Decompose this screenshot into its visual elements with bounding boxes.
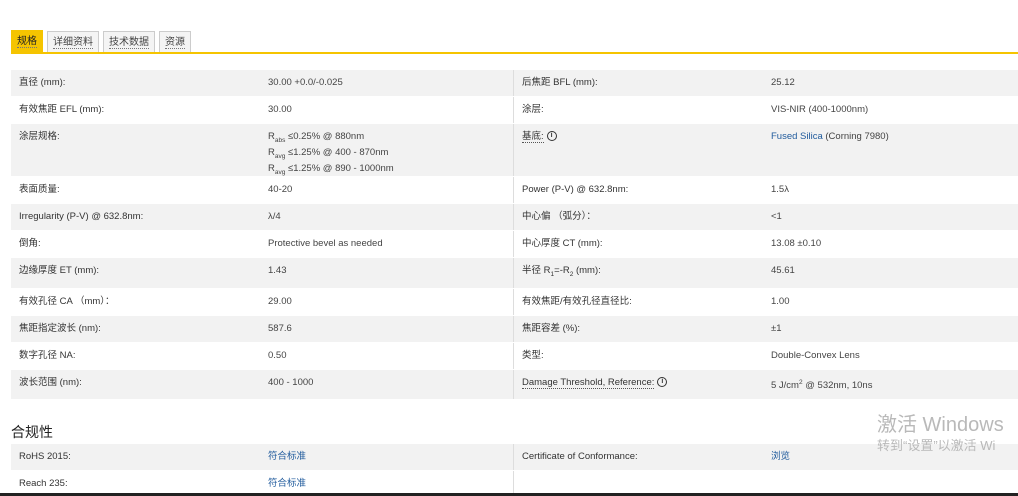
- spec-label: 后焦距 BFL (mm):: [522, 77, 598, 88]
- tab-details[interactable]: 详细资料: [47, 31, 99, 53]
- coating-spec-line: Rabs ≤0.25% @ 880nm: [268, 131, 365, 144]
- rohs-compliant-link[interactable]: 符合标准: [268, 451, 306, 462]
- tab-technical-data[interactable]: 技术数据: [103, 31, 155, 53]
- spec-label: Irregularity (P-V) @ 632.8nm:: [19, 211, 144, 222]
- tab-label: 资源: [165, 37, 185, 49]
- spec-value: 1.5λ: [771, 184, 789, 195]
- table-row: 波长范围 (nm): 400 - 1000 Damage Threshold, …: [11, 369, 1018, 401]
- spec-value: 13.08 ±0.10: [771, 238, 822, 249]
- substrate-detail: (Corning 7980): [822, 131, 889, 142]
- table-row: 有效焦距 EFL (mm): 30.00 涂层: VIS-NIR (400-10…: [11, 97, 1018, 124]
- spec-label: 直径 (mm):: [19, 77, 66, 88]
- spec-label: 有效焦距/有效孔径直径比:: [522, 295, 632, 307]
- spec-label: 基底: i: [514, 124, 763, 176]
- tab-label: 详细资料: [53, 37, 93, 49]
- damage-threshold-label: Damage Threshold, Reference:: [522, 376, 655, 389]
- coc-view-link[interactable]: 浏览: [771, 451, 790, 462]
- watermark-line: 激活 Windows: [877, 414, 1004, 436]
- spec-value: 29.00: [260, 288, 514, 315]
- table-row: Irregularity (P-V) @ 632.8nm: λ/4 中心偏 （弧…: [11, 204, 1018, 231]
- info-icon[interactable]: i: [546, 131, 557, 142]
- spec-value: 45.61: [771, 265, 795, 276]
- spec-label: 半径 R1=-R2 (mm):: [522, 265, 601, 278]
- table-row: 直径 (mm): 30.00 +0.0/-0.025 后焦距 BFL (mm):…: [11, 70, 1018, 97]
- substrate-link[interactable]: Fused Silica: [771, 131, 823, 142]
- spec-value: 0.50: [260, 342, 514, 369]
- table-row: 焦距指定波长 (nm): 587.6 焦距容差 (%): ±1: [11, 315, 1018, 343]
- compliance-heading: 合规性: [11, 424, 53, 440]
- spec-label: Damage Threshold, Reference: i: [514, 370, 763, 399]
- coating-spec-line: Ravg ≤1.25% @ 400 - 870nm: [268, 146, 389, 160]
- substrate-label: 基底:: [522, 131, 544, 143]
- tab-label: 技术数据: [109, 37, 149, 49]
- spec-value: Double-Convex Lens: [771, 349, 860, 361]
- spec-value: 25.12: [771, 77, 795, 88]
- table-row: 有效孔径 CA （mm）： 29.00 有效焦距/有效孔径直径比: 1.00: [11, 288, 1018, 316]
- spec-label: 涂层:: [522, 104, 544, 115]
- spec-label: Power (P-V) @ 632.8nm:: [522, 184, 629, 195]
- spec-label: 类型:: [522, 349, 544, 361]
- reach-compliant-link[interactable]: 符合标准: [268, 478, 306, 489]
- specifications-table: 直径 (mm): 30.00 +0.0/-0.025 后焦距 BFL (mm):…: [11, 70, 1018, 401]
- spec-label: 有效孔径 CA （mm）：: [19, 295, 115, 307]
- spec-value: 30.00: [260, 97, 514, 123]
- spec-value: Rabs ≤0.25% @ 880nm Ravg ≤1.25% @ 400 - …: [260, 124, 514, 176]
- spec-label: 数字孔径 NA:: [19, 349, 76, 361]
- compliance-label: RoHS 2015:: [19, 451, 71, 462]
- compliance-value: 符合标准: [260, 444, 514, 470]
- spec-label: 涂层规格:: [19, 131, 60, 142]
- tab-label: 规格: [17, 36, 37, 48]
- spec-label: 有效焦距 EFL (mm):: [19, 104, 105, 115]
- spec-value: ±1: [771, 322, 782, 334]
- spec-label: 中心厚度 CT (mm):: [522, 238, 603, 249]
- spec-label: 中心偏 （弧分）：: [522, 211, 596, 222]
- spec-value: 1.43: [260, 258, 514, 288]
- table-row: 数字孔径 NA: 0.50 类型: Double-Convex Lens: [11, 342, 1018, 370]
- tab-underline: [11, 52, 1018, 54]
- table-row: 边缘厚度 ET (mm): 1.43 半径 R1=-R2 (mm): 45.61: [11, 258, 1018, 289]
- spec-value: 400 - 1000: [260, 369, 514, 400]
- info-icon[interactable]: i: [657, 377, 668, 388]
- compliance-label: Certificate of Conformance:: [522, 451, 638, 462]
- compliance-value: 浏览: [763, 444, 1018, 470]
- tab-bar: 规格 详细资料 技术数据 资源: [11, 30, 195, 53]
- compliance-table: RoHS 2015: 符合标准 Certificate of Conforman…: [11, 444, 1018, 496]
- spec-value: Protective bevel as needed: [260, 231, 514, 257]
- spec-value: VIS-NIR (400-1000nm): [771, 104, 869, 115]
- spec-value: 40-20: [260, 177, 514, 203]
- table-row: 涂层规格: Rabs ≤0.25% @ 880nm Ravg ≤1.25% @ …: [11, 124, 1018, 177]
- spec-value: λ/4: [260, 204, 514, 230]
- spec-value: Fused Silica (Corning 7980): [763, 124, 1018, 176]
- spec-label: 表面质量:: [19, 184, 60, 195]
- tab-resources[interactable]: 资源: [159, 31, 191, 53]
- table-row: 表面质量: 40-20 Power (P-V) @ 632.8nm: 1.5λ: [11, 177, 1018, 204]
- spec-label: 焦距指定波长 (nm):: [19, 322, 101, 334]
- spec-value: 1.00: [771, 295, 790, 307]
- spec-value: 5 J/cm2 @ 532nm, 10ns: [771, 378, 873, 392]
- spec-label: 焦距容差 (%):: [522, 322, 581, 334]
- spec-value: 587.6: [260, 315, 514, 342]
- table-row: 倒角: Protective bevel as needed 中心厚度 CT (…: [11, 231, 1018, 258]
- tab-specifications[interactable]: 规格: [11, 30, 43, 53]
- spec-label: 波长范围 (nm):: [19, 376, 82, 388]
- table-row: RoHS 2015: 符合标准 Certificate of Conforman…: [11, 444, 1018, 471]
- spec-value: <1: [771, 211, 782, 222]
- spec-label: 边缘厚度 ET (mm):: [19, 265, 100, 276]
- spec-label: 倒角:: [19, 238, 41, 249]
- spec-value: 30.00 +0.0/-0.025: [260, 70, 514, 96]
